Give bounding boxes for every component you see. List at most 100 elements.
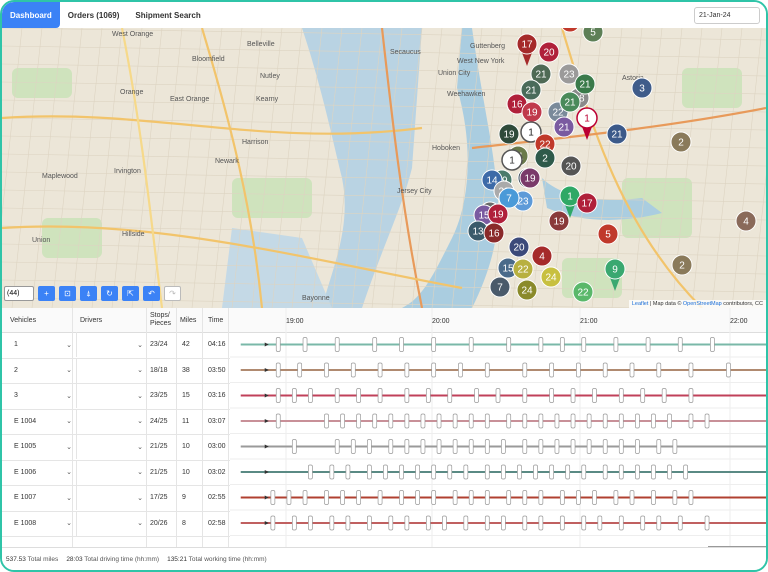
stop-block[interactable] [383,464,388,480]
map-cluster-marker[interactable]: 17 [576,192,598,214]
vehicle-select[interactable]: E 1008 ⌄ [14,511,74,536]
stop-block[interactable] [672,439,678,454]
stop-block[interactable] [436,413,442,429]
zoom-select[interactable]: (44) [4,286,34,301]
stop-block[interactable] [501,464,506,480]
stop-block[interactable] [517,464,522,480]
vehicle-row[interactable]: E 1007 ⌄ ⌄ 17/25 9 02:55 [2,485,230,512]
vehicle-row[interactable]: 3 ⌄ ⌄ 23/25 15 03:16 [2,383,230,410]
driver-select[interactable]: ⌄ [76,459,145,485]
stop-block[interactable] [656,362,662,378]
stop-block[interactable] [463,464,469,480]
stop-block[interactable] [340,490,345,505]
refresh-button[interactable]: ↻ [101,286,118,301]
stop-block[interactable] [275,337,281,352]
driver-select[interactable]: ⌄ [76,434,145,459]
stop-block[interactable] [629,490,635,505]
stop-block[interactable] [538,413,544,429]
vehicle-row[interactable]: E 1004 ⌄ ⌄ 24/25 11 03:07 [2,408,230,435]
map-canvas[interactable]: West Orange Orange East Orange Belleville Bl… [2,28,766,308]
stop-block[interactable] [431,490,437,505]
map-cluster-marker[interactable]: 22 [572,281,594,303]
stop-block[interactable] [533,464,538,480]
stop-block[interactable] [522,388,528,403]
vehicle-select[interactable]: E 1004 ⌄ [14,409,74,434]
stop-block[interactable] [688,413,694,429]
zoom-in-button[interactable]: + [38,286,55,301]
stop-block[interactable] [710,337,715,352]
stop-block[interactable] [484,362,490,378]
stop-block[interactable] [458,362,463,378]
stop-block[interactable] [420,439,426,454]
stop-block[interactable] [559,490,565,505]
stop-block[interactable] [576,490,581,505]
vehicle-row[interactable]: 2 ⌄ ⌄ 18/18 38 03:50 [2,357,230,384]
stop-block[interactable] [420,413,426,429]
stop-block[interactable] [356,413,361,429]
stop-block[interactable] [581,515,587,531]
map-cluster-marker[interactable]: 19 [487,203,509,225]
stop-block[interactable] [640,388,646,403]
stop-block[interactable] [334,337,340,352]
stop-block[interactable] [399,464,404,480]
driver-select[interactable]: ⌄ [76,408,145,434]
stop-block[interactable] [431,464,437,480]
map-cluster-marker[interactable]: 2 [670,131,692,153]
stop-block[interactable] [570,413,576,429]
tab-orders[interactable]: Orders (1069) [60,2,128,28]
map-cluster-marker[interactable]: 21 [559,91,581,113]
stop-block[interactable] [602,413,608,429]
stop-block[interactable] [308,464,313,480]
stop-block[interactable] [484,490,490,505]
osm-link[interactable]: OpenStreetMap [683,301,722,307]
stop-block[interactable] [538,439,544,454]
tab-shipment-search[interactable]: Shipment Search [127,2,208,28]
map-cluster-marker[interactable]: 21 [553,116,575,138]
stop-block[interactable] [554,413,560,429]
stop-block[interactable] [602,464,608,480]
stop-block[interactable] [683,464,688,480]
stop-block[interactable] [431,337,437,352]
stop-block[interactable] [270,490,276,505]
undo-button[interactable]: ↶ [143,286,160,301]
stop-block[interactable] [436,439,442,454]
map-cluster-marker[interactable]: 22 [512,258,534,280]
stop-block[interactable] [501,515,506,531]
stop-block[interactable] [431,362,437,378]
stop-block[interactable] [447,388,453,403]
stop-block[interactable] [377,490,383,505]
map-cluster-marker[interactable]: 16 [483,222,505,244]
stop-block[interactable] [581,337,587,352]
stop-block[interactable] [302,490,308,505]
stop-block[interactable] [425,388,431,403]
stop-block[interactable] [324,362,329,378]
stop-block[interactable] [350,439,356,454]
map-cluster-marker[interactable]: 19 [548,210,570,232]
redo-button[interactable]: ↷ [164,286,181,301]
map-cluster-marker[interactable]: 20 [538,41,560,63]
stop-block[interactable] [484,515,490,531]
stop-block[interactable] [484,464,490,480]
stop-block[interactable] [404,439,410,454]
stop-block[interactable] [726,362,731,378]
stop-block[interactable] [452,490,458,505]
stop-block[interactable] [661,388,667,403]
leaflet-link[interactable]: Leaflet [632,301,649,307]
stop-block[interactable] [340,413,345,429]
stop-block[interactable] [629,362,635,378]
stop-block[interactable] [656,515,662,531]
stop-block[interactable] [356,490,361,505]
stop-block[interactable] [677,337,683,352]
stop-block[interactable] [399,337,404,352]
stop-block[interactable] [291,388,297,403]
tab-dashboard[interactable]: Dashboard [2,2,60,28]
stop-block[interactable] [581,464,587,480]
map-cluster-marker[interactable]: 24 [540,266,562,288]
stop-block[interactable] [522,413,528,429]
stop-block[interactable] [635,413,640,429]
stop-block[interactable] [388,413,394,429]
stop-block[interactable] [586,413,592,429]
stop-block[interactable] [404,515,410,531]
stop-block[interactable] [688,490,694,505]
map-cluster-marker[interactable]: 5 [597,223,619,245]
